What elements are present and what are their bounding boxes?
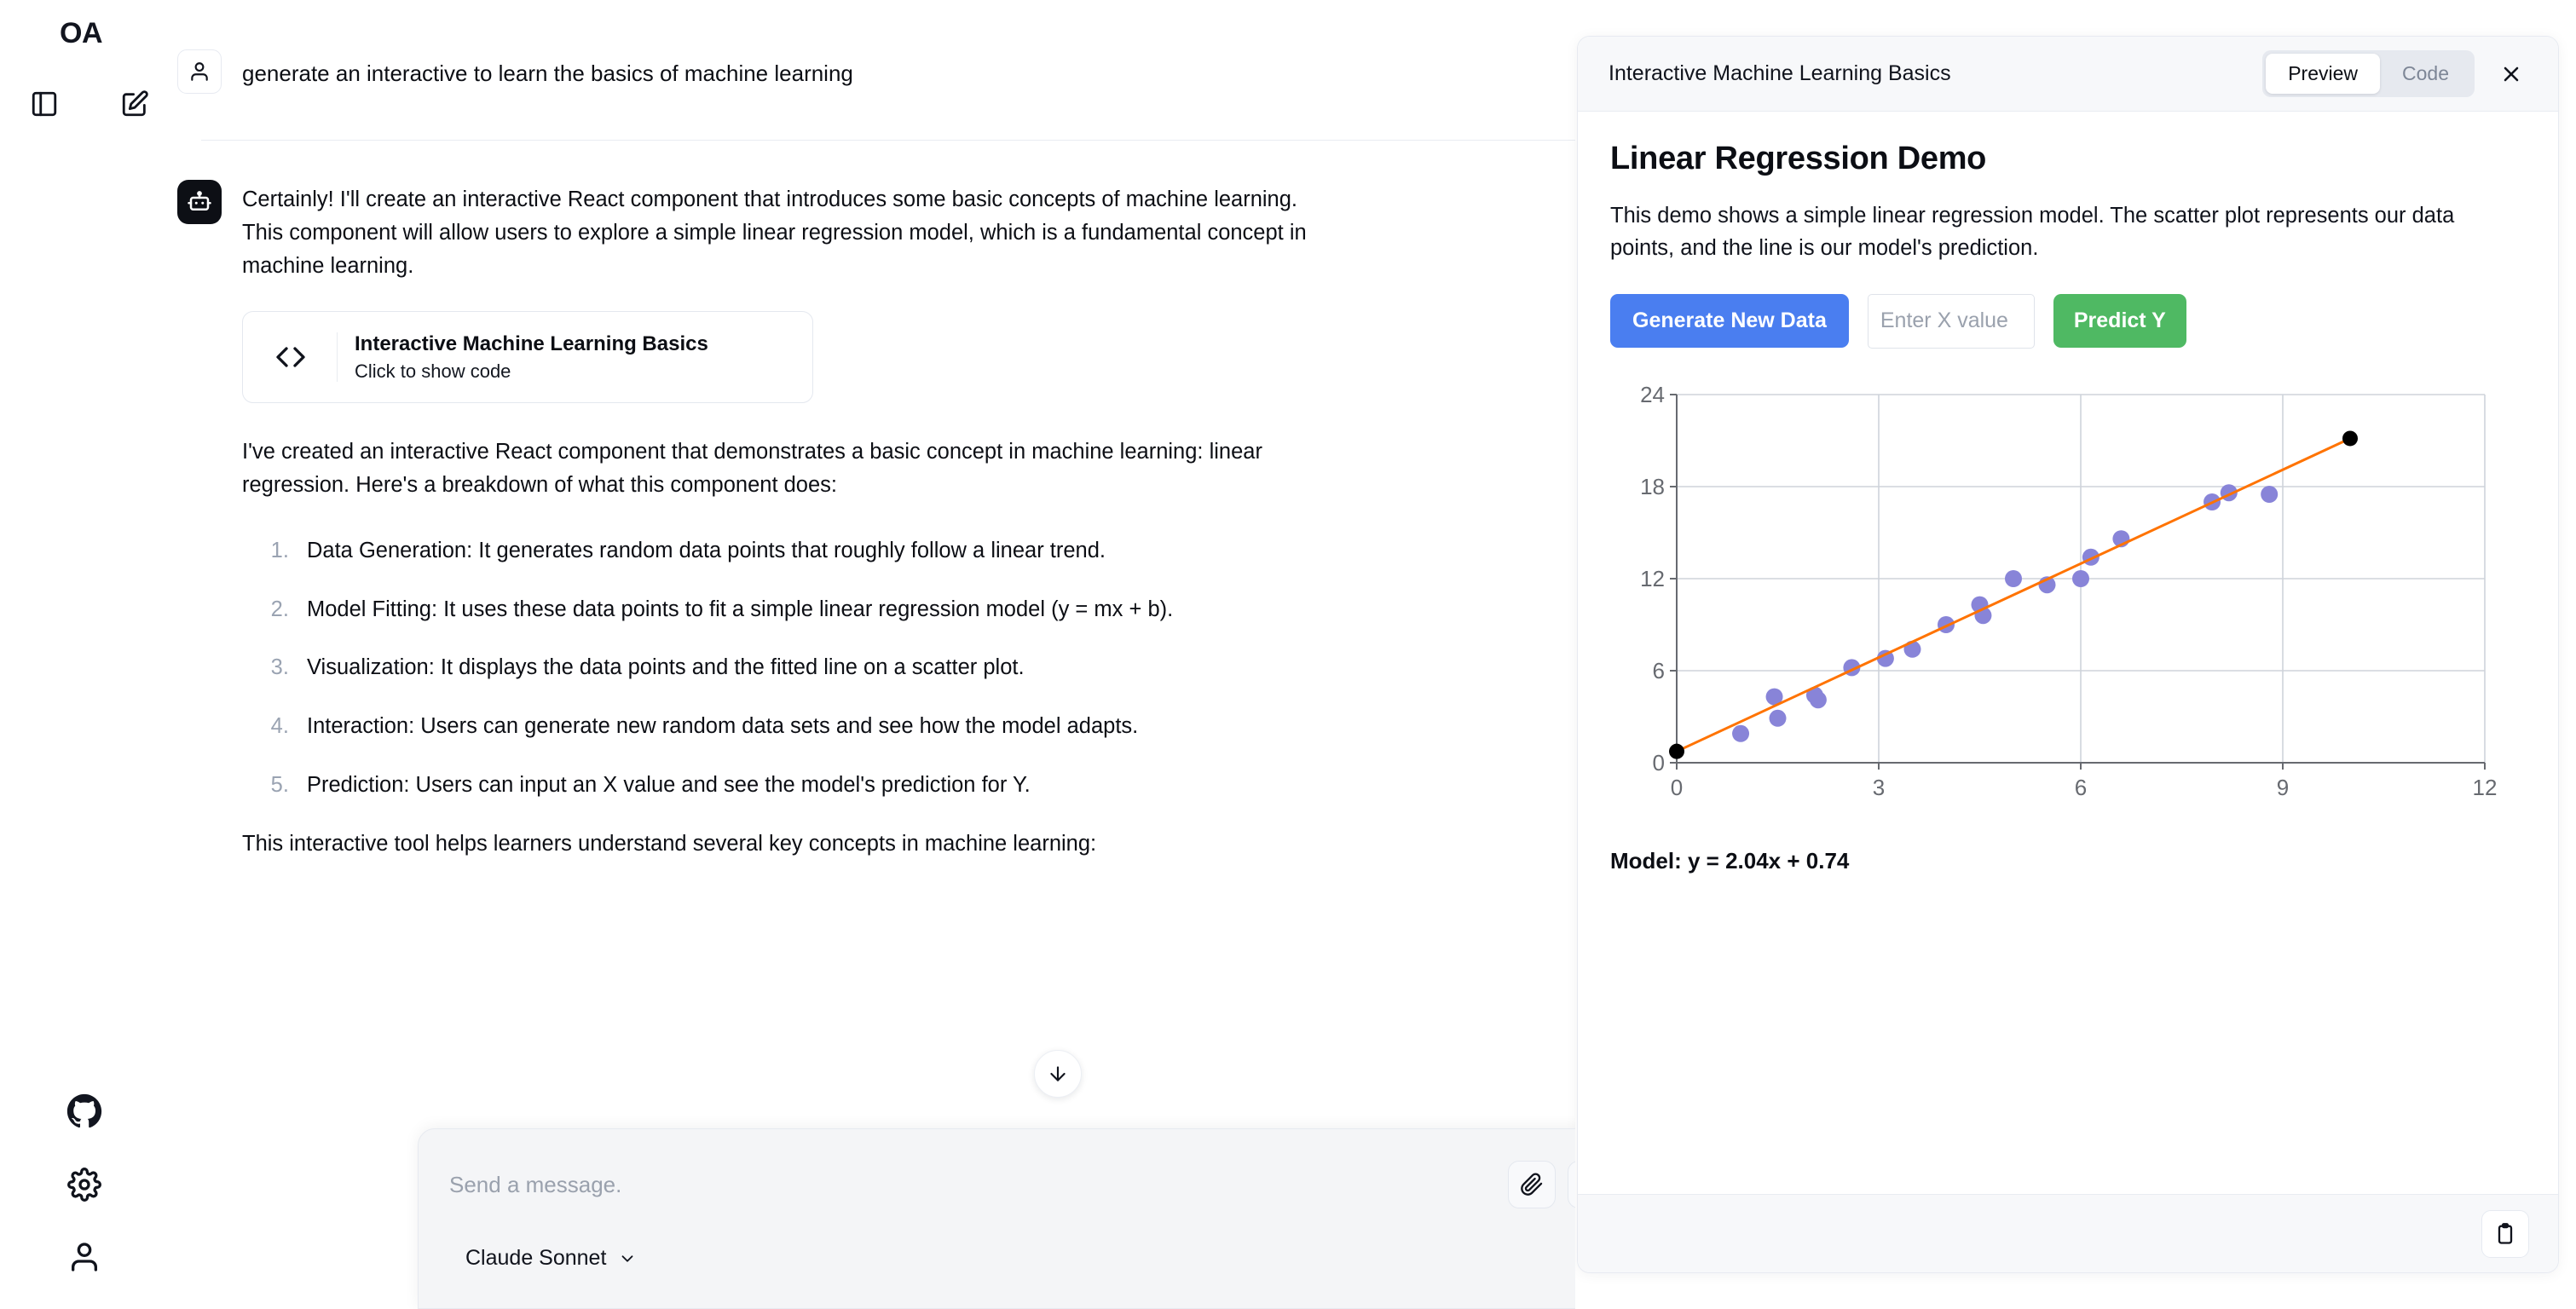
app-root: OA generate an interactive to learn the … bbox=[0, 0, 2576, 1309]
model-selector[interactable]: Claude Sonnet bbox=[465, 1246, 637, 1271]
assistant-body-text: I've created an interactive React compon… bbox=[242, 440, 1262, 497]
artifact-panel-body: Linear Regression Demo This demo shows a… bbox=[1578, 112, 2558, 1194]
user-message-text: generate an interactive to learn the bas… bbox=[242, 61, 853, 86]
list-item: Visualization: It displays the data poin… bbox=[295, 651, 1333, 684]
svg-text:0: 0 bbox=[1653, 750, 1665, 776]
tab-preview[interactable]: Preview bbox=[2266, 54, 2381, 94]
gear-icon[interactable] bbox=[67, 1168, 101, 1206]
list-item: Interaction: Users can generate new rand… bbox=[295, 710, 1333, 743]
svg-text:18: 18 bbox=[1640, 474, 1665, 499]
x-value-input[interactable] bbox=[1867, 293, 2035, 349]
chat-column: generate an interactive to learn the bas… bbox=[177, 0, 1575, 1309]
artifact-card[interactable]: Interactive Machine Learning Basics Clic… bbox=[242, 311, 813, 404]
arrow-down-icon[interactable] bbox=[1034, 1050, 1082, 1098]
chevron-down-icon bbox=[618, 1249, 637, 1268]
message-input[interactable]: Send a message. bbox=[449, 1172, 1508, 1198]
svg-text:6: 6 bbox=[1653, 658, 1665, 683]
svg-text:3: 3 bbox=[1873, 775, 1885, 800]
svg-text:24: 24 bbox=[1640, 383, 1665, 407]
microphone-icon[interactable] bbox=[1568, 1161, 1575, 1208]
artifact-panel: Interactive Machine Learning Basics Prev… bbox=[1577, 36, 2559, 1273]
github-icon[interactable] bbox=[66, 1093, 102, 1133]
demo-controls: Generate New Data Predict Y bbox=[1610, 293, 2526, 349]
assistant-intro-text: Certainly! I'll create an interactive Re… bbox=[242, 187, 1307, 278]
svg-text:12: 12 bbox=[2473, 775, 2497, 800]
code-brackets-icon bbox=[262, 340, 320, 374]
svg-text:12: 12 bbox=[1640, 566, 1665, 591]
generate-new-data-button[interactable]: Generate New Data bbox=[1610, 294, 1849, 348]
rail-top-icons bbox=[27, 87, 152, 121]
left-rail: OA bbox=[0, 0, 177, 1309]
preview-code-tabs: Preview Code bbox=[2262, 50, 2475, 97]
artifact-panel-footer bbox=[1578, 1194, 2558, 1272]
svg-text:9: 9 bbox=[2277, 775, 2289, 800]
steps-list: Data Generation: It generates random dat… bbox=[242, 534, 1333, 802]
tab-code[interactable]: Code bbox=[2380, 54, 2471, 94]
artifact-panel-title: Interactive Machine Learning Basics bbox=[1609, 61, 1951, 85]
list-item: Prediction: Users can input an X value a… bbox=[295, 769, 1333, 802]
assistant-message: Certainly! I'll create an interactive Re… bbox=[177, 141, 1575, 860]
page-title: Linear Regression Demo bbox=[1610, 141, 1987, 176]
model-equation: Model: y = 2.04x + 0.74 bbox=[1610, 847, 1850, 874]
artifact-title: Interactive Machine Learning Basics bbox=[355, 332, 708, 355]
artifact-subtitle: Click to show code bbox=[355, 360, 511, 382]
avatar-assistant-bot-icon bbox=[177, 180, 222, 224]
list-item: Model Fitting: It uses these data points… bbox=[295, 593, 1333, 626]
model-selector-label: Claude Sonnet bbox=[465, 1246, 607, 1270]
panel-toggle-icon[interactable] bbox=[27, 87, 61, 121]
avatar-user bbox=[177, 49, 222, 94]
paperclip-icon[interactable] bbox=[1508, 1161, 1556, 1208]
list-item: Data Generation: It generates random dat… bbox=[295, 534, 1333, 568]
clipboard-icon[interactable] bbox=[2481, 1209, 2529, 1258]
scatter-chart: 0 6 12 18 24 0 3 6 9 12 bbox=[1610, 382, 2497, 809]
user-icon[interactable] bbox=[67, 1240, 101, 1278]
user-message: generate an interactive to learn the bas… bbox=[177, 0, 1575, 140]
rail-bottom-icons bbox=[66, 1093, 102, 1278]
assistant-closing-text: This interactive tool helps learners und… bbox=[242, 831, 1097, 856]
artifact-separator bbox=[337, 332, 338, 383]
chart-canvas: 0 6 12 18 24 0 3 6 9 12 bbox=[1640, 382, 2497, 800]
artifact-panel-header: Interactive Machine Learning Basics Prev… bbox=[1578, 37, 2558, 112]
svg-text:0: 0 bbox=[1671, 775, 1683, 800]
app-logo: OA bbox=[60, 17, 103, 49]
message-composer: Send a message. bbox=[418, 1128, 1575, 1309]
predict-y-button[interactable]: Predict Y bbox=[2053, 294, 2186, 348]
compose-icon[interactable] bbox=[118, 87, 152, 121]
close-icon[interactable] bbox=[2490, 53, 2533, 95]
demo-description: This demo shows a simple linear regressi… bbox=[1610, 204, 2455, 261]
svg-text:6: 6 bbox=[2075, 775, 2087, 800]
